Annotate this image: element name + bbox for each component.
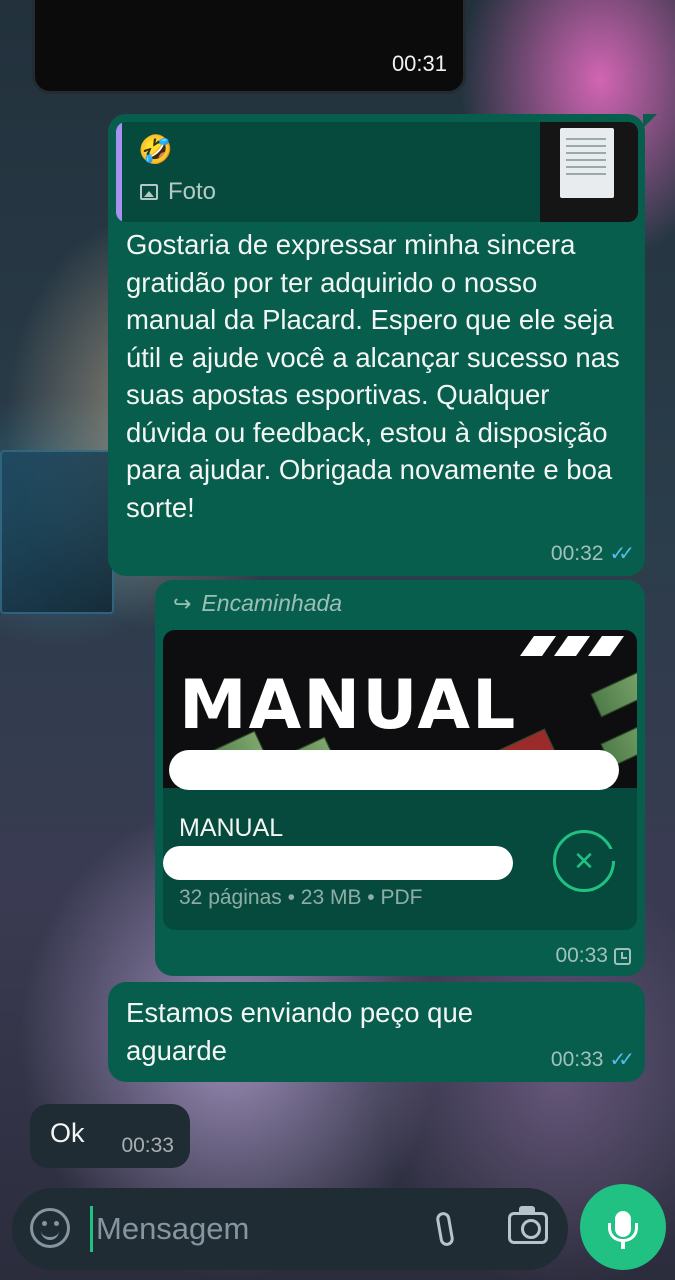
photo-icon [140,184,158,200]
message-time: 00:32 ✓✓ [550,541,635,566]
message-time: 00:33 [121,1134,174,1158]
redaction-mark [163,846,513,880]
message-time: 00:33 ✓✓ [550,1047,635,1072]
document-name-ellipsis: .. [493,852,506,877]
money-decoration [590,668,637,718]
time-text: 00:33 [121,1134,174,1157]
outgoing-message-reply[interactable]: 🤣 Foto Gostaria de expressar minha since… [108,114,657,576]
double-check-icon: ✓✓ [609,1049,634,1071]
message-input[interactable] [96,1204,396,1254]
emoji-icon[interactable] [30,1208,70,1248]
preview-title: MANUAL [179,666,518,745]
pending-clock-icon [614,947,631,965]
quote-photo-label: Foto [140,178,216,206]
text-cursor [90,1206,93,1252]
cancel-download-button[interactable]: ✕ [553,830,615,892]
outgoing-message-document[interactable]: ↪ Encaminhada MANUAL MANUAL .. 32 página… [155,580,645,976]
message-composer [12,1188,568,1270]
quote-label-text: Foto [168,178,217,205]
camera-icon[interactable] [508,1206,548,1244]
time-text: 00:31 [391,51,447,76]
bubble-tail [643,114,657,128]
document-name: MANUAL [179,814,284,842]
forwarded-text: Encaminhada [201,590,343,616]
close-icon: ✕ [573,845,595,876]
video-message[interactable]: 00:31 [32,0,466,94]
message-text: Gostaria de expressar minha sincera grat… [126,229,620,523]
forward-arrow-icon: ↪ [173,590,192,616]
voice-record-button[interactable] [580,1184,666,1270]
microphone-icon [608,1211,638,1249]
message-time: 00:33 [555,944,631,968]
time-text: 00:32 [550,541,604,565]
forwarded-label: ↪ Encaminhada [173,590,342,617]
quote-bar [116,122,122,222]
time-text: 00:33 [555,944,608,967]
time-text: 00:33 [550,1047,604,1071]
thumbnail-paper-image [560,128,614,198]
document-card[interactable]: MANUAL MANUAL .. 32 páginas • 23 MB • PD… [163,630,637,930]
message-time: 00:31 [392,51,447,77]
quoted-message[interactable]: 🤣 Foto [116,122,638,222]
message-text: Estamos enviando peço que aguarde [126,997,474,1066]
document-meta: 32 páginas • 23 MB • PDF [179,886,423,909]
quote-emoji: 🤣 [138,134,173,165]
preview-stripes [519,636,625,656]
double-check-icon: ✓✓ [609,543,634,565]
message-text: Ok [50,1118,85,1148]
outgoing-message-text[interactable]: Estamos enviando peço que aguarde 00:33 … [108,982,645,1082]
quote-thumbnail [540,122,638,222]
attach-icon[interactable] [430,1206,460,1252]
redaction-mark [169,750,619,790]
incoming-message[interactable]: Ok 00:33 [30,1104,190,1168]
